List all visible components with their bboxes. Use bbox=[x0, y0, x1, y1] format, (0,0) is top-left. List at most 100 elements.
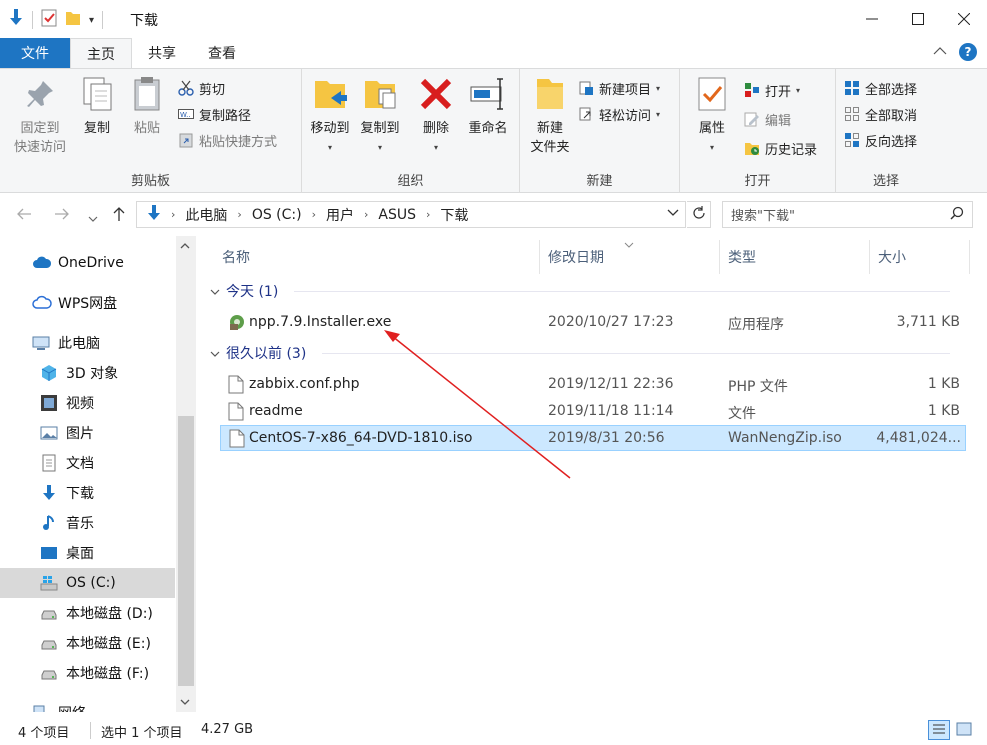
select-none-button[interactable]: 全部取消 bbox=[844, 103, 917, 125]
file-row-npp[interactable]: npp.7.9.Installer.exe 2020/10/27 17:23 应… bbox=[220, 310, 966, 336]
properties-check-icon[interactable] bbox=[41, 9, 57, 31]
nav-item-drive-e[interactable]: 本地磁盘 (E:) bbox=[0, 628, 175, 658]
move-to-dropdown-icon: ▾ bbox=[327, 143, 332, 152]
file-row-zabbix[interactable]: zabbix.conf.php 2019/12/11 22:36 PHP 文件 … bbox=[220, 372, 966, 398]
clipboard-icon bbox=[128, 75, 166, 113]
move-to-button[interactable]: 移动到 ▾ bbox=[306, 75, 354, 157]
large-icons-view-icon bbox=[954, 722, 974, 742]
new-folder-icon[interactable] bbox=[65, 9, 81, 31]
download-arrow-icon[interactable] bbox=[8, 9, 24, 31]
easy-access-button[interactable]: 轻松访问 ▾ bbox=[578, 103, 660, 125]
open-button[interactable]: 打开 ▾ bbox=[744, 79, 800, 101]
scrollbar-thumb[interactable] bbox=[178, 416, 194, 686]
group-header-today[interactable]: 今天 (1) bbox=[210, 280, 950, 302]
nav-label: 本地磁盘 (E:) bbox=[66, 636, 151, 652]
nav-item-3d-objects[interactable]: 3D 对象 bbox=[0, 358, 175, 388]
breadcrumb-users[interactable]: 用户 bbox=[326, 205, 354, 225]
close-button[interactable] bbox=[941, 0, 987, 38]
nav-item-desktop[interactable]: 桌面 bbox=[0, 538, 175, 568]
nav-item-drive-d[interactable]: 本地磁盘 (D:) bbox=[0, 598, 175, 628]
paste-button[interactable]: 粘贴 bbox=[126, 75, 168, 138]
column-header-type[interactable]: 类型 bbox=[720, 240, 870, 274]
minimize-button[interactable] bbox=[849, 0, 895, 38]
search-icon[interactable] bbox=[950, 206, 964, 224]
nav-item-onedrive[interactable]: OneDrive bbox=[0, 248, 175, 278]
tab-file[interactable]: 文件 bbox=[0, 38, 70, 68]
select-all-icon bbox=[844, 80, 860, 96]
new-item-dropdown-icon: ▾ bbox=[656, 83, 661, 93]
nav-item-drive-f[interactable]: 本地磁盘 (F:) bbox=[0, 658, 175, 688]
pin-label-line2: 快速访问 bbox=[13, 140, 66, 155]
nav-scrollbar[interactable] bbox=[176, 236, 196, 712]
column-header-date[interactable]: 修改日期 bbox=[540, 240, 720, 274]
toolbar-divider bbox=[32, 11, 33, 29]
column-header-name[interactable]: 名称 bbox=[214, 240, 540, 274]
ribbon-tabs: 文件 主页 共享 查看 ? bbox=[0, 38, 987, 68]
column-header-label: 名称 bbox=[222, 250, 250, 266]
tab-share[interactable]: 共享 bbox=[132, 38, 192, 68]
copy-button[interactable]: 复制 bbox=[76, 75, 118, 138]
edit-pencil-icon bbox=[744, 111, 760, 127]
chevron-up-icon[interactable] bbox=[933, 45, 947, 59]
edit-label: 编辑 bbox=[765, 113, 792, 129]
scroll-down-icon[interactable] bbox=[180, 698, 190, 709]
large-icons-view-button[interactable] bbox=[954, 720, 976, 740]
select-all-button[interactable]: 全部选择 bbox=[844, 77, 917, 99]
nav-item-pictures[interactable]: 图片 bbox=[0, 418, 175, 448]
scroll-up-icon[interactable] bbox=[180, 242, 190, 253]
tab-home[interactable]: 主页 bbox=[70, 38, 132, 68]
cut-button[interactable]: 剪切 bbox=[178, 77, 225, 99]
refresh-button[interactable] bbox=[687, 201, 711, 228]
delete-button[interactable]: 删除 ▾ bbox=[416, 75, 456, 157]
delete-label: 删除 bbox=[422, 121, 449, 136]
edit-button[interactable]: 编辑 bbox=[744, 108, 791, 130]
new-folder-button[interactable]: 新建 文件夹 bbox=[524, 75, 576, 157]
history-button[interactable]: 历史记录 bbox=[744, 137, 817, 159]
nav-item-network[interactable]: 网络 bbox=[0, 698, 175, 712]
maximize-button[interactable] bbox=[895, 0, 941, 38]
new-item-button[interactable]: 新建项目 ▾ bbox=[578, 77, 660, 99]
breadcrumb-this-pc[interactable]: 此电脑 bbox=[185, 205, 227, 225]
breadcrumb-downloads[interactable]: 下载 bbox=[440, 205, 468, 225]
search-input[interactable]: 搜索"下载" bbox=[722, 201, 973, 228]
nav-item-this-pc[interactable]: 此电脑 bbox=[0, 328, 175, 358]
properties-dropdown-icon: ▾ bbox=[709, 143, 714, 152]
column-header-size[interactable]: 大小 bbox=[870, 240, 970, 274]
copy-path-icon: W.. bbox=[178, 106, 194, 122]
rename-button[interactable]: 重命名 bbox=[462, 75, 514, 138]
pin-quick-access-button[interactable]: 固定到 快速访问 bbox=[8, 75, 72, 157]
copy-to-button[interactable]: 复制到 ▾ bbox=[356, 75, 404, 157]
nav-item-documents[interactable]: 文档 bbox=[0, 448, 175, 478]
file-size: 3,711 KB bbox=[896, 314, 960, 330]
details-view-button[interactable] bbox=[928, 720, 950, 740]
address-dropdown-icon[interactable] bbox=[667, 206, 679, 220]
group-header-long-ago[interactable]: 很久以前 (3) bbox=[210, 342, 950, 364]
forward-arrow-icon[interactable] bbox=[54, 206, 70, 225]
tab-view[interactable]: 查看 bbox=[192, 38, 252, 68]
new-folder-icon bbox=[531, 75, 569, 113]
help-icon[interactable]: ? bbox=[959, 43, 977, 61]
recent-locations-chevron-icon[interactable] bbox=[88, 208, 98, 227]
nav-item-downloads[interactable]: 下载 bbox=[0, 478, 175, 508]
copy-path-button[interactable]: W.. 复制路径 bbox=[178, 103, 251, 125]
properties-button[interactable]: 属性 ▾ bbox=[690, 75, 734, 157]
back-arrow-icon[interactable] bbox=[16, 206, 32, 225]
pin-icon bbox=[21, 75, 59, 113]
nav-item-music[interactable]: 音乐 bbox=[0, 508, 175, 538]
nav-item-wps[interactable]: WPS网盘 bbox=[0, 288, 175, 318]
up-arrow-icon[interactable] bbox=[112, 206, 126, 226]
address-bar[interactable]: › 此电脑 › OS (C:) › 用户 › ASUS › 下载 bbox=[136, 201, 686, 228]
file-row-readme[interactable]: readme 2019/11/18 11:14 文件 1 KB bbox=[220, 399, 966, 425]
invert-selection-button[interactable]: 反向选择 bbox=[844, 129, 917, 151]
paste-shortcut-button[interactable]: 粘贴快捷方式 bbox=[178, 129, 277, 151]
cube-icon bbox=[40, 364, 58, 382]
move-to-folder-icon bbox=[311, 75, 349, 113]
nav-item-os-c[interactable]: OS (C:) bbox=[0, 568, 175, 598]
file-row-centos[interactable]: CentOS-7-x86_64-DVD-1810.iso 2019/8/31 2… bbox=[220, 425, 966, 451]
breadcrumb-os-drive[interactable]: OS (C:) bbox=[252, 207, 302, 223]
breadcrumb-asus[interactable]: ASUS bbox=[378, 207, 416, 223]
nav-item-videos[interactable]: 视频 bbox=[0, 388, 175, 418]
network-icon bbox=[32, 704, 50, 712]
customize-dropdown-icon[interactable]: ▾ bbox=[89, 15, 94, 26]
file-date: 2019/8/31 20:56 bbox=[548, 430, 665, 446]
